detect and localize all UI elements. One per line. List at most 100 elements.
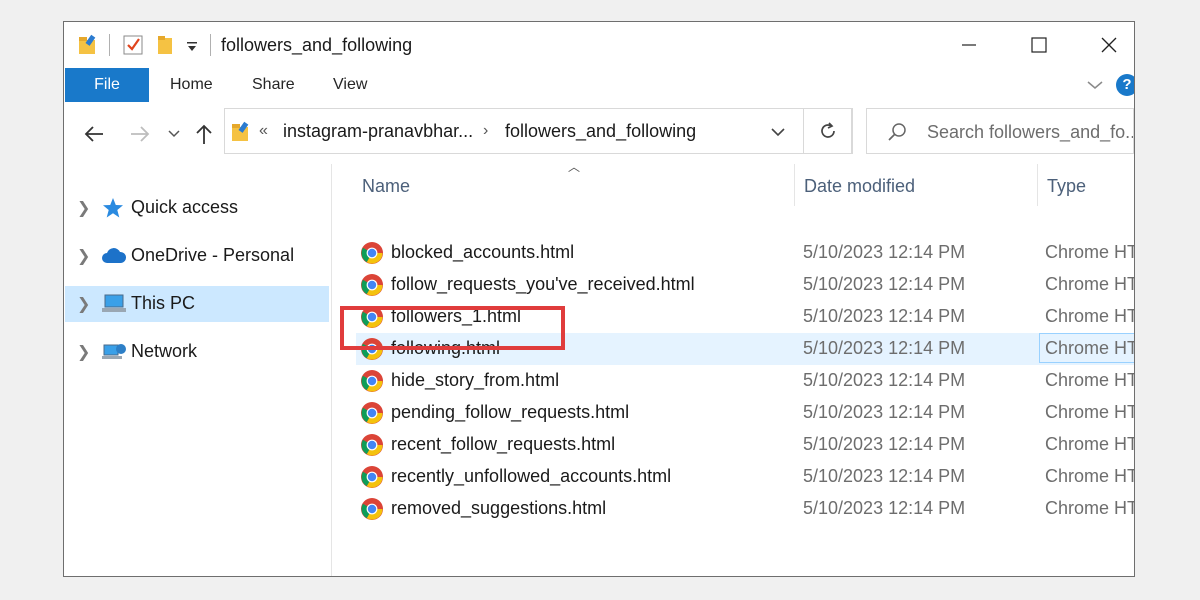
sidebar-item-network[interactable]: ❯ Network [65, 334, 329, 370]
file-type: Chrome HTML Document [1045, 498, 1135, 519]
back-arrow-icon [83, 125, 105, 143]
forward-button[interactable] [126, 120, 154, 148]
file-row[interactable]: removed_suggestions.html 5/10/2023 12:14 … [356, 493, 1135, 525]
refresh-icon [818, 121, 838, 141]
file-type: Chrome HTML Document [1045, 338, 1135, 359]
search-icon [887, 122, 907, 147]
highlight-annotation [340, 306, 565, 350]
expand-chevron-icon[interactable]: ❯ [77, 342, 90, 362]
tab-view[interactable]: View [333, 68, 367, 102]
column-divider[interactable] [794, 164, 795, 206]
address-history-icon[interactable] [770, 125, 786, 143]
file-type: Chrome HTML Document [1045, 370, 1135, 391]
search-placeholder: Search followers_and_fo... [927, 122, 1134, 143]
back-button[interactable] [80, 120, 108, 148]
file-date-modified: 5/10/2023 12:14 PM [803, 466, 965, 487]
title-bar: followers_and_following [64, 22, 1134, 68]
file-name[interactable]: recently_unfollowed_accounts.html [391, 466, 671, 487]
file-name[interactable]: blocked_accounts.html [391, 242, 574, 263]
file-name[interactable]: recent_follow_requests.html [391, 434, 615, 455]
file-row[interactable]: follow_requests_you've_received.html5/10… [356, 269, 1135, 301]
file-date-modified: 5/10/2023 12:14 PM [803, 338, 965, 359]
sidebar-item-label: This PC [131, 293, 195, 314]
file-date-modified: 5/10/2023 12:14 PM [803, 370, 965, 391]
file-name[interactable]: removed_suggestions.html [391, 498, 606, 519]
help-icon[interactable]: ? [1116, 74, 1135, 96]
title-divider [210, 34, 211, 56]
file-name[interactable]: hide_story_from.html [391, 370, 559, 391]
breadcrumb-overflow[interactable]: « [259, 122, 268, 140]
cloud-icon [101, 245, 125, 267]
chrome-html-file-icon [360, 465, 384, 489]
file-date-modified: 5/10/2023 12:14 PM [803, 434, 965, 455]
up-button[interactable] [190, 120, 218, 148]
file-row[interactable]: pending_follow_requests.html 5/10/2023 12… [356, 397, 1135, 429]
sidebar-item-this-pc[interactable]: ❯ This PC [65, 286, 329, 322]
close-icon [1101, 37, 1117, 53]
navigation-pane: ❯ Quick access ❯ OneDrive - Personal ❯ T… [64, 164, 332, 577]
sidebar-item-label: Network [131, 341, 197, 362]
chrome-html-file-icon [360, 401, 384, 425]
customize-toolbar-icon[interactable] [186, 40, 198, 58]
tab-file[interactable]: File [65, 68, 149, 102]
file-date-modified: 5/10/2023 12:14 PM [803, 242, 965, 263]
chevron-down-icon [168, 129, 180, 139]
minimize-icon [961, 37, 977, 53]
breadcrumb-parent[interactable]: instagram-pranavbhar... [283, 121, 473, 142]
file-name[interactable]: follow_requests_you've_received.html [391, 274, 695, 295]
minimize-button[interactable] [934, 22, 1004, 68]
file-row[interactable]: recent_follow_requests.html 5/10/2023 12:… [356, 429, 1135, 461]
file-name[interactable]: pending_follow_requests.html [391, 402, 629, 423]
file-row[interactable]: blocked_accounts.html5/10/2023 12:14 PMC… [356, 237, 1135, 269]
properties-icon[interactable] [122, 34, 144, 61]
chrome-html-file-icon [360, 433, 384, 457]
tab-home[interactable]: Home [170, 68, 213, 102]
chrome-html-file-icon [360, 497, 384, 521]
expand-chevron-icon[interactable]: ❯ [77, 294, 90, 314]
maximize-icon [1031, 37, 1047, 53]
file-type: Chrome HTML Document [1045, 466, 1135, 487]
chrome-html-file-icon [360, 369, 384, 393]
breadcrumb-separator[interactable]: › [483, 122, 488, 140]
file-type: Chrome HTML Document [1045, 402, 1135, 423]
file-date-modified: 5/10/2023 12:14 PM [803, 306, 965, 327]
file-date-modified: 5/10/2023 12:14 PM [803, 402, 965, 423]
file-row[interactable]: hide_story_from.html 5/10/2023 12:14 PM Ch… [356, 365, 1135, 397]
sidebar-item-onedrive[interactable]: ❯ OneDrive - Personal [65, 238, 329, 274]
file-type: Chrome HTML Document [1045, 434, 1135, 455]
file-list: ︿ Name Date modified Type blocked_accoun… [332, 164, 1135, 577]
maximize-button[interactable] [1004, 22, 1074, 68]
ribbon-tabs: File Home Share View ? [64, 68, 1134, 102]
title-divider [109, 34, 110, 56]
expand-ribbon-icon[interactable] [1086, 78, 1104, 96]
file-date-modified: 5/10/2023 12:14 PM [803, 498, 965, 519]
sidebar-item-quick-access[interactable]: ❯ Quick access [65, 190, 329, 226]
up-arrow-icon [195, 123, 213, 145]
computer-icon [101, 293, 125, 315]
expand-chevron-icon[interactable]: ❯ [77, 246, 90, 266]
address-bar[interactable]: « instagram-pranavbhar... › followers_an… [224, 108, 852, 154]
sidebar-item-label: Quick access [131, 197, 238, 218]
refresh-button[interactable] [803, 108, 853, 154]
column-header-type[interactable]: Type [1047, 164, 1086, 204]
expand-chevron-icon[interactable]: ❯ [77, 198, 90, 218]
column-header-name[interactable]: Name [362, 164, 410, 204]
file-explorer-window: followers_and_following File Home Share … [63, 21, 1135, 577]
file-row[interactable]: recently_unfollowed_accounts.html 5/10/20… [356, 461, 1135, 493]
file-type: Chrome HTML Document [1045, 274, 1135, 295]
recent-locations-button[interactable] [160, 120, 188, 148]
folder-pin-icon [231, 121, 251, 148]
file-type: Chrome HTML Document [1045, 306, 1135, 327]
tab-share[interactable]: Share [252, 68, 295, 102]
new-folder-icon[interactable] [156, 34, 174, 61]
folder-pin-icon[interactable] [78, 34, 98, 61]
column-header-date-modified[interactable]: Date modified [804, 164, 915, 204]
column-divider[interactable] [1037, 164, 1038, 206]
breadcrumb-current[interactable]: followers_and_following [505, 121, 696, 142]
chrome-html-file-icon [360, 273, 384, 297]
forward-arrow-icon [129, 125, 151, 143]
search-input[interactable]: Search followers_and_fo... [866, 108, 1134, 154]
network-icon [101, 341, 125, 363]
navigation-bar: « instagram-pranavbhar... › followers_an… [64, 102, 1134, 164]
close-button[interactable] [1074, 22, 1135, 68]
